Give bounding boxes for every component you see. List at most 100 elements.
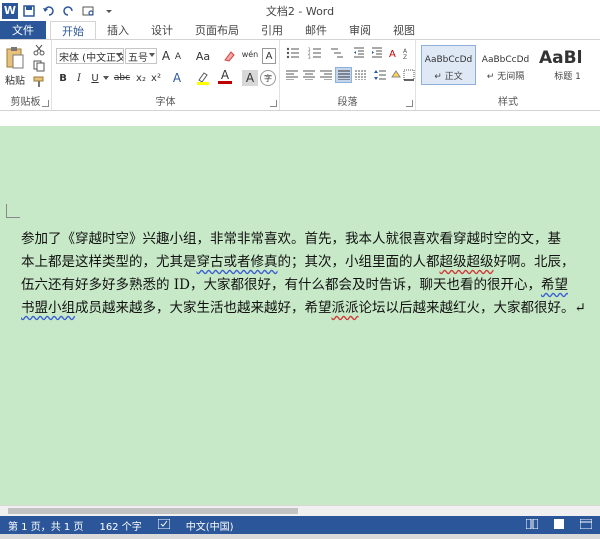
clipboard-group: 粘贴 剪贴板 bbox=[0, 40, 52, 110]
document-text-run: 成员越来越多，大家生活也越来越好，希望 bbox=[75, 300, 332, 316]
cut-icon[interactable] bbox=[32, 43, 46, 57]
align-right-icon[interactable] bbox=[318, 68, 334, 82]
proofing-flagged-text: 希望 bbox=[540, 277, 568, 293]
horizontal-scrollbar[interactable] bbox=[0, 505, 600, 516]
enclose-char-icon[interactable]: 字 bbox=[260, 70, 276, 86]
print-preview-icon[interactable] bbox=[80, 2, 98, 20]
change-case-button[interactable]: Aa bbox=[192, 48, 214, 64]
subscript-button[interactable]: x₂ bbox=[134, 70, 148, 86]
paste-icon[interactable] bbox=[4, 44, 26, 72]
margin-corner-marker bbox=[6, 204, 20, 218]
line-spacing-icon[interactable] bbox=[372, 68, 388, 82]
style-sample: AaBl bbox=[539, 48, 583, 68]
increase-indent-icon[interactable] bbox=[370, 46, 384, 60]
font-group: 宋体 (中文正文) 五号 A A Aa wén A B I U abc x₂ x… bbox=[52, 40, 280, 110]
multilevel-list-icon[interactable] bbox=[328, 46, 346, 60]
tab-references[interactable]: 引用 bbox=[250, 21, 294, 39]
paste-button[interactable]: 粘贴 bbox=[2, 72, 28, 87]
style-name: ↵ 正文 bbox=[434, 72, 463, 82]
document-text-run: 论坛以后越来越红火，大家都很好。↵ bbox=[358, 300, 586, 316]
align-left-icon[interactable] bbox=[284, 68, 300, 82]
proofing-icon[interactable] bbox=[150, 518, 178, 532]
style-name: ↵ 无间隔 bbox=[486, 72, 525, 82]
clear-formatting-icon[interactable] bbox=[222, 48, 236, 64]
style-heading-1[interactable]: AaBl 标题 1 bbox=[535, 45, 600, 85]
format-painter-icon[interactable] bbox=[32, 75, 46, 89]
redo-icon[interactable] bbox=[60, 2, 78, 20]
justify-icon[interactable] bbox=[335, 67, 352, 83]
font-launcher-icon[interactable] bbox=[270, 100, 277, 107]
tab-home[interactable]: 开始 bbox=[50, 21, 96, 39]
tab-review[interactable]: 审阅 bbox=[338, 21, 382, 39]
taskbar-edge bbox=[0, 534, 600, 539]
proofing-flagged-text: 派派 bbox=[331, 300, 359, 316]
style-no-spacing[interactable]: AaBbCcDd ↵ 无间隔 bbox=[478, 45, 533, 85]
chevron-down-icon bbox=[116, 53, 122, 57]
char-shading-button[interactable]: A bbox=[242, 70, 258, 86]
customize-qat-icon[interactable] bbox=[100, 2, 118, 20]
style-sample: AaBbCcDd bbox=[481, 55, 530, 65]
tab-view[interactable]: 视图 bbox=[382, 21, 426, 39]
page-count[interactable]: 第 1 页，共 1 页 bbox=[0, 518, 91, 533]
document-line[interactable]: 参加了《穿越时空》兴趣小组，非常非常喜欢。首先，我本人就很喜欢看穿越时空的文，基 bbox=[21, 228, 600, 251]
align-center-icon[interactable] bbox=[301, 68, 317, 82]
chinese-layout-icon[interactable]: A bbox=[388, 46, 400, 60]
print-layout-icon[interactable] bbox=[546, 518, 572, 532]
document-text-run: 本上都是这样类型的，尤其是 bbox=[21, 254, 197, 270]
phonetic-guide-label: wén bbox=[241, 49, 259, 59]
title-bar: W 文档2 - Word bbox=[0, 0, 600, 21]
proofing-flagged-text: 超级超级 bbox=[439, 254, 494, 270]
borders-icon[interactable] bbox=[403, 68, 415, 82]
text-effects-button[interactable]: A bbox=[170, 70, 184, 86]
web-layout-icon[interactable] bbox=[572, 518, 600, 532]
scrollbar-thumb[interactable] bbox=[8, 508, 298, 514]
distributed-icon[interactable] bbox=[353, 68, 369, 82]
grow-font-button[interactable]: A bbox=[160, 48, 172, 64]
style-normal[interactable]: AaBbCcDd ↵ 正文 bbox=[421, 45, 476, 85]
document-line[interactable]: 伍六还有好多好多熟悉的 ID，大家都很好，有什么都会及时告诉，聊天也看的很开心，… bbox=[21, 274, 600, 297]
phonetic-guide-button[interactable]: wén bbox=[240, 44, 260, 64]
char-border-icon[interactable]: A bbox=[262, 48, 276, 64]
clipboard-launcher-icon[interactable] bbox=[42, 100, 49, 107]
shrink-font-button[interactable]: A bbox=[173, 50, 183, 64]
decrease-indent-icon[interactable] bbox=[352, 46, 366, 60]
chevron-down-icon bbox=[149, 53, 155, 57]
language-indicator[interactable]: 中文(中国) bbox=[178, 518, 242, 533]
italic-button[interactable]: I bbox=[72, 70, 86, 86]
document-line[interactable]: 本上都是这样类型的，尤其是穿古或者修真的；其次，小组里面的人都超级超级好啊。北辰… bbox=[21, 251, 600, 274]
copy-icon[interactable] bbox=[32, 59, 46, 73]
sort-icon[interactable]: AZ bbox=[402, 46, 414, 60]
paragraph-launcher-icon[interactable] bbox=[406, 100, 413, 107]
word-logo-icon[interactable]: W bbox=[2, 2, 18, 19]
word-count[interactable]: 162 个字 bbox=[91, 518, 149, 533]
shading-icon[interactable] bbox=[390, 68, 402, 82]
tab-design[interactable]: 设计 bbox=[140, 21, 184, 39]
tab-page-layout[interactable]: 页面布局 bbox=[184, 21, 250, 39]
font-size-select[interactable]: 五号 bbox=[125, 48, 157, 64]
strikethrough-button[interactable]: abc bbox=[112, 70, 132, 86]
document-canvas[interactable]: 参加了《穿越时空》兴趣小组，非常非常喜欢。首先，我本人就很喜欢看穿越时空的文，基… bbox=[0, 126, 600, 505]
bold-button[interactable]: B bbox=[56, 70, 70, 86]
document-text-run: 的；其次，小组里面的人都 bbox=[277, 254, 440, 270]
tab-mailings[interactable]: 邮件 bbox=[294, 21, 338, 39]
document-text-run: 伍六还有好多好多熟悉的 ID，大家都很好，有什么都会及时告诉，聊天也看的很开心， bbox=[21, 277, 541, 293]
read-mode-icon[interactable] bbox=[518, 518, 546, 532]
document-line[interactable]: 书盟小组成员越来越多，大家生活也越来越好，希望派派论坛以后越来越红火，大家都很好… bbox=[21, 297, 600, 320]
underline-button[interactable]: U bbox=[88, 70, 102, 86]
numbering-icon[interactable]: 123 bbox=[306, 46, 324, 60]
tab-file[interactable]: 文件 bbox=[0, 21, 46, 39]
status-bar: 第 1 页，共 1 页 162 个字 中文(中国) bbox=[0, 516, 600, 534]
bullets-icon[interactable] bbox=[284, 46, 302, 60]
font-size-value: 五号 bbox=[128, 52, 148, 64]
superscript-button[interactable]: x² bbox=[149, 70, 163, 86]
save-icon[interactable] bbox=[20, 2, 38, 20]
undo-icon[interactable] bbox=[40, 2, 58, 20]
chevron-down-icon[interactable] bbox=[102, 70, 110, 86]
document-text-run: 参加了《穿越时空》兴趣小组，非常非常喜欢。首先，我本人就很喜欢看穿越时空的文，基 bbox=[21, 231, 561, 247]
document-body[interactable]: 参加了《穿越时空》兴趣小组，非常非常喜欢。首先，我本人就很喜欢看穿越时空的文，基… bbox=[21, 228, 600, 320]
tab-insert[interactable]: 插入 bbox=[96, 21, 140, 39]
svg-text:3: 3 bbox=[308, 55, 311, 59]
highlight-icon[interactable] bbox=[194, 70, 212, 86]
font-name-select[interactable]: 宋体 (中文正文) bbox=[56, 48, 124, 64]
font-color-button[interactable]: A bbox=[218, 68, 232, 84]
